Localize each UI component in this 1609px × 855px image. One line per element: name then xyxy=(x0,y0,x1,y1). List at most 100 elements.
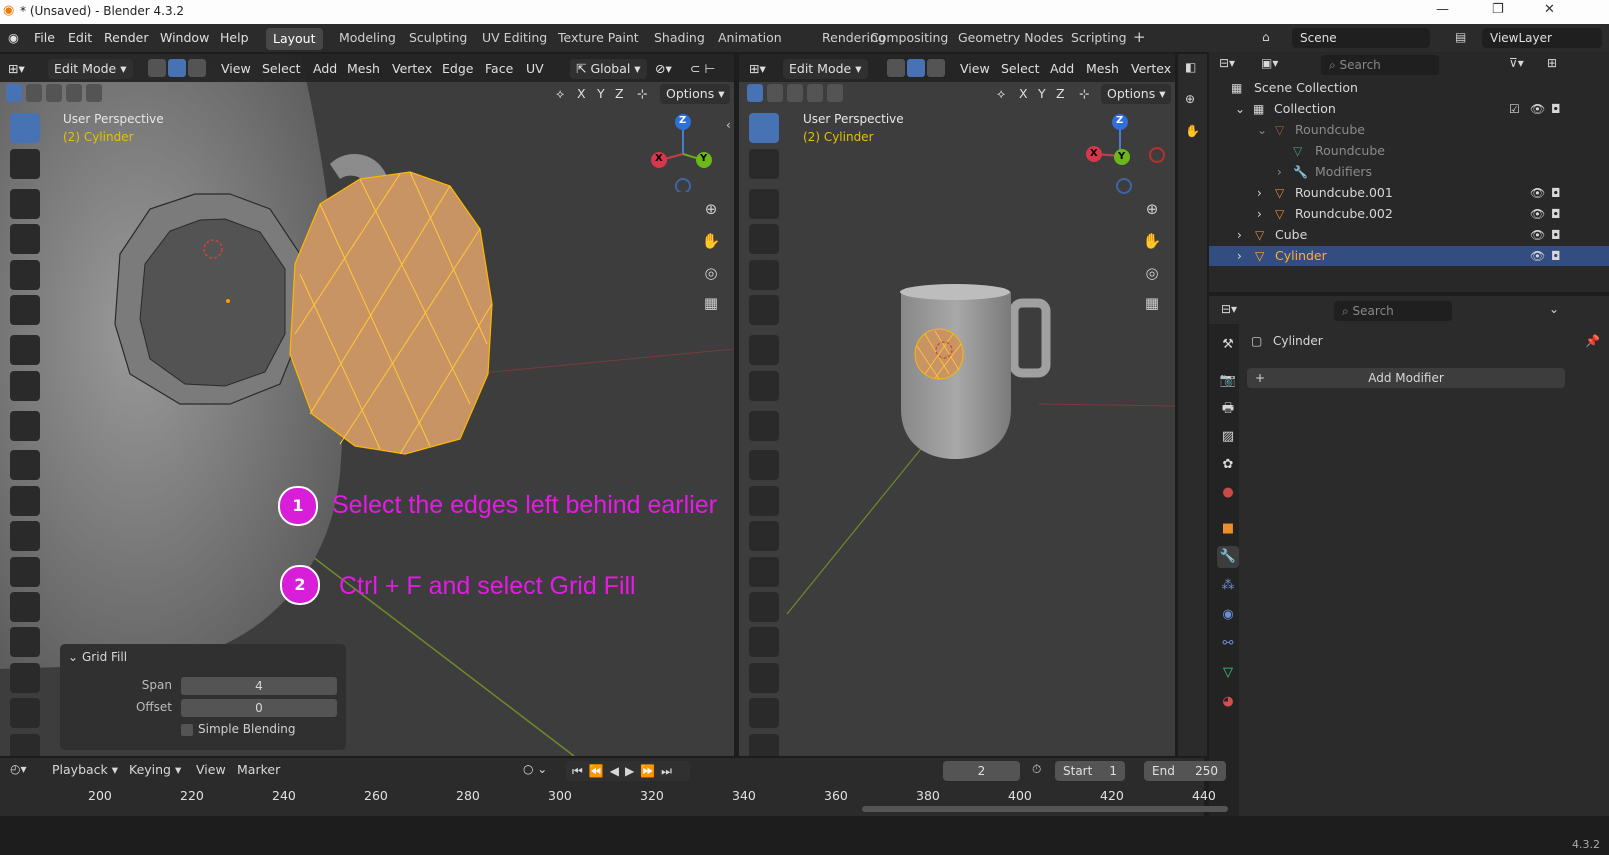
mirror-icon-right[interactable]: ⟡ xyxy=(997,84,1005,104)
axis-z-toggle[interactable]: Z xyxy=(615,84,624,104)
edge-select-mode-right[interactable] xyxy=(907,59,925,77)
chevron-down-icon[interactable]: ⌄ xyxy=(1235,99,1245,119)
tab-compositing[interactable]: Compositing xyxy=(870,30,948,45)
menu-window[interactable]: Window xyxy=(160,30,209,45)
menu-view-right[interactable]: View xyxy=(960,59,990,79)
properties-editor-icon[interactable]: ⊟▾ xyxy=(1221,302,1237,316)
bevel-tool[interactable] xyxy=(10,521,40,551)
chevron-down-icon[interactable]: ⌄ xyxy=(1257,120,1267,140)
menu-render[interactable]: Render xyxy=(104,30,149,45)
knife-tool[interactable] xyxy=(10,592,40,622)
vertex-select-mode-right[interactable] xyxy=(887,59,905,77)
topology-icon[interactable]: ⊹ xyxy=(637,84,647,104)
add-workspace-icon[interactable]: + xyxy=(1133,28,1146,46)
chevron-right-icon[interactable]: › xyxy=(1277,162,1282,182)
scene-collection-row[interactable]: ▦ Scene Collection xyxy=(1209,78,1609,98)
object-tab-icon[interactable]: ■ xyxy=(1217,518,1239,540)
menu-face[interactable]: Face xyxy=(485,59,513,79)
outliner-item-modifiers[interactable]: › 🔧 Modifiers xyxy=(1209,162,1609,182)
select-intersect-mode-right[interactable] xyxy=(827,84,843,102)
inset-tool-right[interactable] xyxy=(749,486,779,516)
menu-vertex[interactable]: Vertex xyxy=(392,59,432,79)
editor-type-icon[interactable]: ⊞▾ xyxy=(8,59,25,79)
poly-build-tool[interactable] xyxy=(10,627,40,657)
tab-scripting[interactable]: Scripting xyxy=(1071,30,1127,45)
move-tool-right[interactable] xyxy=(749,189,779,219)
panel-collapse-icon[interactable]: ⌄ xyxy=(68,650,78,664)
outliner-item-cube[interactable]: › ▽ Cube 👁 ◘ xyxy=(1209,225,1609,245)
tab-shading[interactable]: Shading xyxy=(654,30,705,45)
mirror-icon[interactable]: ⟡ xyxy=(556,84,564,104)
annotate-tool[interactable] xyxy=(10,335,40,365)
checkbox-icon[interactable]: ☑ xyxy=(1509,99,1520,119)
world-tab-icon[interactable]: ● xyxy=(1217,482,1239,504)
rotate-tool-right[interactable] xyxy=(749,224,779,254)
marker-menu[interactable]: Marker xyxy=(237,762,280,777)
menu-edit[interactable]: Edit xyxy=(68,30,92,45)
grid-view-icon[interactable]: ▦ xyxy=(698,290,724,316)
chevron-right-icon[interactable]: › xyxy=(1237,225,1242,245)
shear-tool-right[interactable] xyxy=(749,734,779,756)
blender-menu-icon[interactable]: ◉ xyxy=(8,30,19,45)
select-box-mode[interactable] xyxy=(6,84,22,102)
timeline-view-menu[interactable]: View xyxy=(196,762,226,777)
maximize-icon[interactable]: ❐ xyxy=(1492,2,1504,17)
annotate-tool-right[interactable] xyxy=(749,335,779,365)
smooth-tool-right[interactable] xyxy=(749,698,779,728)
loop-cut-tool[interactable] xyxy=(10,557,40,587)
face-select-mode-right[interactable] xyxy=(927,59,945,77)
pan-hand-icon-right[interactable]: ✋ xyxy=(1139,228,1165,254)
chevron-right-icon[interactable]: › xyxy=(1237,246,1242,266)
menu-mesh[interactable]: Mesh xyxy=(347,59,380,79)
select-box-tool-right[interactable] xyxy=(749,113,779,143)
timeline-editor-icon[interactable]: ◴▾ xyxy=(10,762,27,776)
select-subtract-mode-right[interactable] xyxy=(787,84,803,102)
select-extend-mode[interactable] xyxy=(26,84,42,102)
menu-uv[interactable]: UV xyxy=(526,59,544,79)
spin-tool[interactable] xyxy=(10,663,40,693)
hand-icon-strip[interactable]: ✋ xyxy=(1185,124,1200,138)
camera-icon[interactable]: ◘ xyxy=(1551,225,1561,245)
display-mode-icon[interactable]: ▣▾ xyxy=(1261,56,1278,70)
outliner-item-roundcube-002[interactable]: › ▽ Roundcube.002 👁 ◘ xyxy=(1209,204,1609,224)
start-frame-field[interactable]: Start 1 xyxy=(1055,761,1125,781)
poly-build-tool-right[interactable] xyxy=(749,627,779,657)
menu-add[interactable]: Add xyxy=(313,59,337,79)
modifier-tab-icon[interactable]: 🔧 xyxy=(1217,546,1239,568)
pin-icon[interactable]: 📌 xyxy=(1585,334,1600,348)
tab-layout[interactable]: Layout xyxy=(266,28,323,50)
outliner-item-cylinder[interactable]: › ▽ Cylinder 👁 ◘ xyxy=(1209,246,1609,266)
particles-tab-icon[interactable]: ⁂ xyxy=(1217,575,1239,597)
scene-field[interactable]: Scene xyxy=(1292,28,1430,48)
snap-icon[interactable]: ⊂ ⊢ xyxy=(690,59,715,79)
axis-y-toggle-right[interactable]: Y xyxy=(1038,84,1046,104)
simple-blending-checkbox[interactable] xyxy=(181,724,193,736)
outliner-item-roundcube-mesh[interactable]: ▽ Roundcube xyxy=(1209,141,1609,161)
menu-select[interactable]: Select xyxy=(262,59,301,79)
tab-animation[interactable]: Animation xyxy=(718,30,782,45)
cursor-tool[interactable] xyxy=(10,149,40,179)
menu-add-right[interactable]: Add xyxy=(1050,59,1074,79)
menu-help[interactable]: Help xyxy=(220,30,249,45)
menu-vertex-right[interactable]: Vertex xyxy=(1131,59,1171,79)
menu-view[interactable]: View xyxy=(221,59,251,79)
transform-tool[interactable] xyxy=(10,295,40,325)
output-tab-icon[interactable]: 🖶 xyxy=(1217,398,1239,420)
chevron-right-icon[interactable]: › xyxy=(1257,183,1262,203)
menu-mesh-right[interactable]: Mesh xyxy=(1086,59,1119,79)
select-extend-mode-right[interactable] xyxy=(767,84,783,102)
smooth-tool[interactable] xyxy=(10,698,40,728)
face-select-mode[interactable] xyxy=(188,59,206,77)
tool-tab-icon[interactable]: ⚒ xyxy=(1217,334,1239,356)
collection-row[interactable]: ⌄ ▦ Collection ☑ 👁 ◘ xyxy=(1209,99,1609,119)
camera-icon[interactable]: ◎ xyxy=(698,260,724,286)
mode-dropdown[interactable]: Edit Mode ▾ xyxy=(48,59,133,79)
outliner-item-roundcube[interactable]: ⌄ ▽ Roundcube xyxy=(1209,120,1609,140)
eye-icon[interactable]: 👁 xyxy=(1530,99,1545,119)
edge-select-mode[interactable] xyxy=(168,59,186,77)
close-icon[interactable]: ✕ xyxy=(1544,2,1555,17)
measure-tool-right[interactable] xyxy=(749,371,779,401)
editor-icon[interactable]: ◧ xyxy=(1185,60,1196,74)
timeline-scrollbar[interactable] xyxy=(862,806,1228,812)
viewport-left[interactable]: ⊞▾ Edit Mode ▾ View Select Add Mesh Vert… xyxy=(0,54,734,756)
